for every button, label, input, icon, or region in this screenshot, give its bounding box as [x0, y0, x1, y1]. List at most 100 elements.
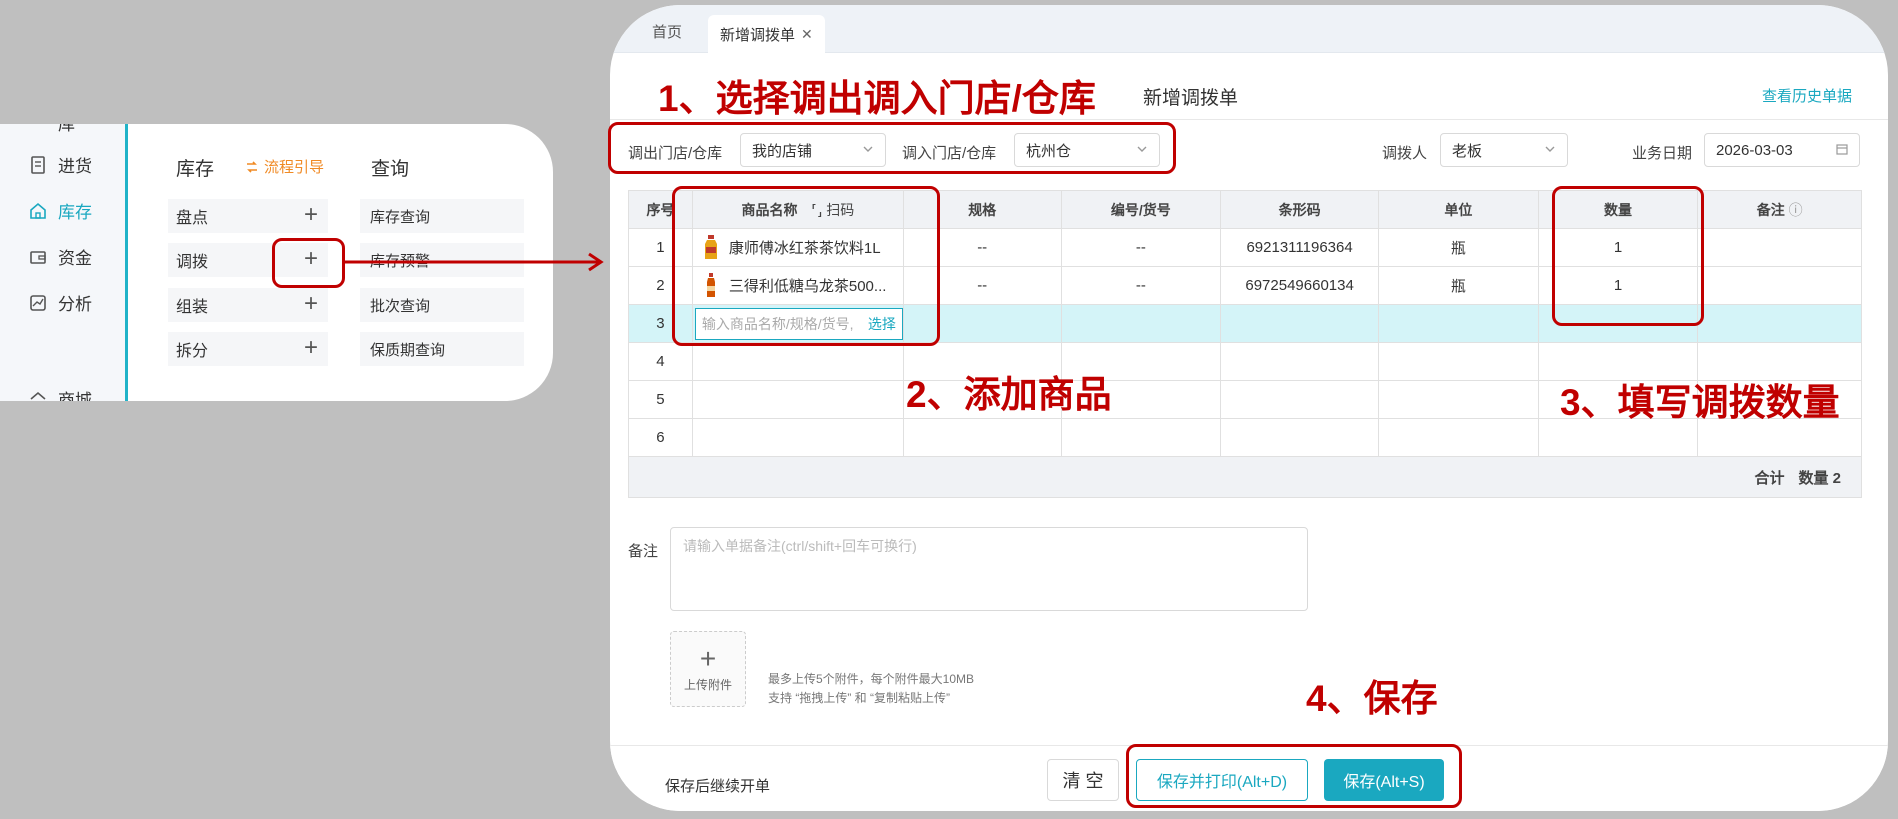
upload-hint: 最多上传5个附件，每个附件最大10MB 支持 “拖拽上传” 和 “复制粘贴上传”: [768, 670, 974, 708]
cell-name[interactable]: [691, 418, 904, 457]
cell-no: 4: [628, 342, 693, 381]
cell-name[interactable]: [691, 380, 904, 419]
plus-icon[interactable]: +: [304, 202, 318, 228]
tab-new-transfer[interactable]: 新增调拨单 ✕: [708, 15, 825, 53]
query-stock[interactable]: 库存查询: [360, 199, 524, 233]
upload-label: 上传附件: [683, 678, 732, 692]
cell-spec: [902, 418, 1062, 457]
date-input[interactable]: 2026-03-03: [1704, 133, 1860, 167]
cell-barcode: [1220, 304, 1380, 343]
nav-label-funds: 资金: [58, 249, 92, 268]
chart-icon: [30, 294, 46, 311]
op-label: 拆分: [176, 343, 209, 360]
flow-guide-label: 流程引导: [264, 159, 325, 176]
flow-guide-link[interactable]: 流程引导: [244, 156, 324, 177]
plus-icon[interactable]: +: [304, 335, 318, 361]
chevron-down-icon: [1545, 146, 1555, 152]
nav-item-funds[interactable]: 资金: [28, 244, 92, 269]
op-assemble[interactable]: 组装 +: [168, 288, 328, 322]
query-title: 查询: [371, 159, 410, 180]
page-title: 新增调拨单: [1143, 88, 1239, 109]
clear-button[interactable]: 清 空: [1047, 759, 1119, 801]
wallet-icon: [30, 250, 46, 264]
arrow-icon: [345, 252, 604, 272]
help-icon[interactable]: ⓘ: [1789, 202, 1803, 218]
step2-annotation: 2、添加商品: [906, 374, 1112, 415]
date-value: 2026-03-03: [1716, 141, 1793, 159]
cell-barcode: 6921311196364: [1220, 228, 1380, 267]
nav-label-analysis: 分析: [58, 295, 92, 314]
query-batch[interactable]: 批次查询: [360, 288, 524, 322]
home-icon: [30, 202, 46, 219]
cell-unit: [1378, 342, 1539, 381]
col-header-code: 编号/货号: [1060, 190, 1222, 229]
nav-item-mall[interactable]: 商城: [28, 386, 92, 401]
nav-item-top-partial[interactable]: 库: [28, 124, 75, 135]
op-label: 调拨: [176, 254, 209, 271]
op-stocktake[interactable]: 盘点 +: [168, 199, 328, 233]
upload-attachment-button[interactable]: + 上传附件: [670, 631, 746, 707]
operator-label: 调拨人: [1382, 145, 1428, 162]
nav-item-analysis[interactable]: 分析: [28, 290, 92, 315]
upload-hint-line2: 支持 “拖拽上传” 和 “复制粘贴上传”: [768, 691, 950, 705]
cell-remark[interactable]: [1697, 304, 1862, 343]
step1-annotation: 1、选择调出调入门店/仓库: [658, 78, 1096, 119]
highlight-store-selects: [608, 122, 1176, 174]
nav-label-mall: 商城: [58, 391, 92, 401]
step3-annotation: 3、填写调拨数量: [1560, 382, 1840, 423]
receipt-icon: [31, 155, 45, 174]
highlight-product-column: [672, 186, 940, 346]
cell-barcode: [1220, 418, 1380, 457]
query-shelf-life[interactable]: 保质期查询: [360, 332, 524, 366]
cell-unit: [1378, 304, 1539, 343]
cell-unit: 瓶: [1378, 266, 1539, 305]
primary-nav: 库 进货 库存 资金 分析 商城: [0, 124, 128, 401]
cell-no: 6: [628, 418, 693, 457]
op-split[interactable]: 拆分 +: [168, 332, 328, 366]
step4-annotation: 4、保存: [1306, 678, 1438, 719]
flow-icon: [247, 160, 257, 173]
cell-barcode: [1220, 380, 1380, 419]
cell-code: --: [1060, 266, 1222, 305]
remark-label: 备注: [628, 543, 659, 560]
cell-barcode: 6972549660134: [1220, 266, 1380, 305]
upload-hint-line1: 最多上传5个附件，每个附件最大10MB: [768, 672, 975, 686]
cell-unit: 瓶: [1378, 228, 1539, 267]
tabs-bar: 首页 新增调拨单 ✕: [610, 5, 1888, 53]
cell-unit: [1378, 380, 1539, 419]
nav-item-purchase[interactable]: 进货: [28, 152, 92, 177]
total-qty: 数量 2: [1798, 469, 1841, 487]
col-header-remark-label: 备注: [1756, 201, 1785, 218]
col-header-barcode: 条形码: [1220, 190, 1380, 229]
nav-item-inventory[interactable]: 库存: [28, 198, 92, 223]
highlight-transfer-plus: [272, 238, 345, 288]
cell-barcode: [1220, 342, 1380, 381]
cell-remark[interactable]: [1697, 228, 1862, 267]
remark-textarea[interactable]: 请输入单据备注(ctrl/shift+回车可换行): [670, 527, 1308, 611]
nav-label-inventory: 库存: [58, 203, 92, 222]
cell-no: 5: [628, 380, 693, 419]
total-row: 合计 数量 2: [628, 456, 1862, 498]
cell-code: [1060, 418, 1222, 457]
cell-unit: [1378, 418, 1539, 457]
nav-label-purchase: 进货: [58, 157, 92, 176]
op-label: 盘点: [176, 210, 209, 227]
close-icon[interactable]: ✕: [801, 26, 813, 43]
tab-home[interactable]: 首页: [652, 21, 682, 42]
highlight-save-buttons: [1126, 744, 1462, 808]
total-label: 合计: [1754, 469, 1785, 487]
operator-select[interactable]: 老板: [1440, 133, 1568, 167]
store-icon: [30, 391, 46, 400]
cell-code: --: [1060, 228, 1222, 267]
cell-remark[interactable]: [1697, 266, 1862, 305]
date-label: 业务日期: [1632, 145, 1693, 162]
plus-icon[interactable]: +: [304, 291, 318, 317]
cell-name[interactable]: [691, 342, 904, 381]
col-header-unit: 单位: [1378, 190, 1539, 229]
operator-value: 老板: [1452, 142, 1483, 160]
continue-after-save-label[interactable]: 保存后继续开单: [665, 775, 770, 796]
calendar-icon: [1836, 144, 1848, 155]
inventory-title: 库存: [176, 159, 215, 180]
tab-label: 新增调拨单: [720, 26, 796, 44]
history-link[interactable]: 查看历史单据: [1762, 85, 1852, 106]
